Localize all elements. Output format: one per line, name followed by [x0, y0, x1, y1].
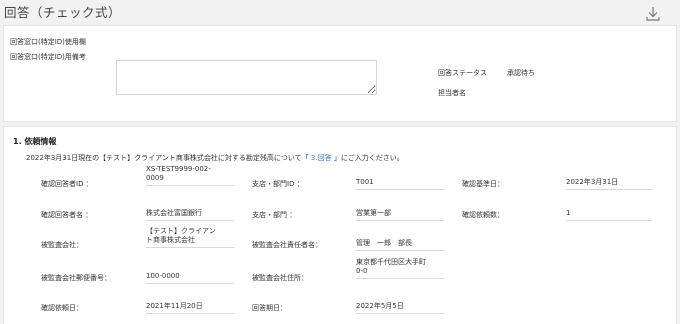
request-count-value: 1 [566, 209, 652, 221]
postal-code-value: 100-0000 [146, 272, 234, 284]
page-title: 回答（チェック式） [4, 5, 122, 20]
address-label: 被監査会社住所： [252, 274, 308, 282]
status-value: 承認待ち [507, 69, 535, 77]
request-date-label: 確認依頼日： [41, 304, 83, 312]
download-icon [646, 7, 660, 21]
branch-label: 支店・部門 ： [252, 211, 297, 219]
intro-text: 2022年3月31日現在の【テスト】クライアント商事株式会社に対する勘定残高につ… [26, 153, 404, 163]
assignee-label: 担当者名 [438, 89, 466, 97]
base-date-label: 確認基準日： [462, 180, 504, 188]
confirmer-id-label: 確認回答者ID ： [41, 180, 93, 188]
confirmer-name-label: 確認回答者名 ： [41, 211, 93, 219]
confirmer-id-value: XS-TEST9999-002- 0009 [146, 165, 234, 186]
branch-id-label: 支店・部門ID ： [252, 180, 304, 188]
response-window-panel: 回答窓口(特定ID)使用欄 回答窓口(特定ID)用備考 回答ステータス 承認待ち… [3, 25, 677, 122]
confirmer-name-value: 株式会社富国銀行 [146, 209, 234, 221]
status-label: 回答ステータス [438, 69, 487, 77]
answer-section-link[interactable]: 3.回答 [309, 154, 334, 162]
request-date-value: 2021年11月20日 [146, 302, 234, 314]
request-count-label: 確認依頼数： [462, 211, 504, 219]
branch-id-value: T001 [356, 178, 444, 190]
intro-prefix: 2022年3月31日現在の【テスト】クライアント商事株式会社に対する勘定残高につ… [26, 154, 309, 162]
postal-code-label: 被監査会社郵便番号： [41, 274, 111, 282]
address-value: 東京都千代田区大手町 0-0 [356, 258, 444, 279]
due-date-value: 2022年5月5日 [356, 302, 444, 314]
memo-textarea[interactable] [116, 60, 377, 95]
audited-company-value: 【テスト】クライアン ト商事株式会社 [146, 227, 234, 248]
audited-company-label: 被監査会社： [41, 241, 83, 249]
audited-manager-value: 管理 一郎 部長 [356, 239, 444, 251]
request-info-panel: 1. 依頼情報 2022年3月31日現在の【テスト】クライアント商事株式会社に対… [3, 126, 677, 324]
audited-manager-label: 被監査会社責任者名： [252, 241, 322, 249]
usage-field-label: 回答窓口(特定ID)使用欄 [10, 38, 86, 46]
branch-value: 営業第一部 [356, 209, 444, 221]
download-button[interactable] [643, 4, 663, 24]
base-date-value: 2022年3月31日 [566, 178, 652, 190]
intro-suffix: 」にご入力ください。 [333, 154, 404, 162]
section-title: 1. 依頼情報 [13, 137, 57, 146]
due-date-label: 回答期日： [252, 304, 287, 312]
memo-field-label: 回答窓口(特定ID)用備考 [10, 53, 86, 61]
